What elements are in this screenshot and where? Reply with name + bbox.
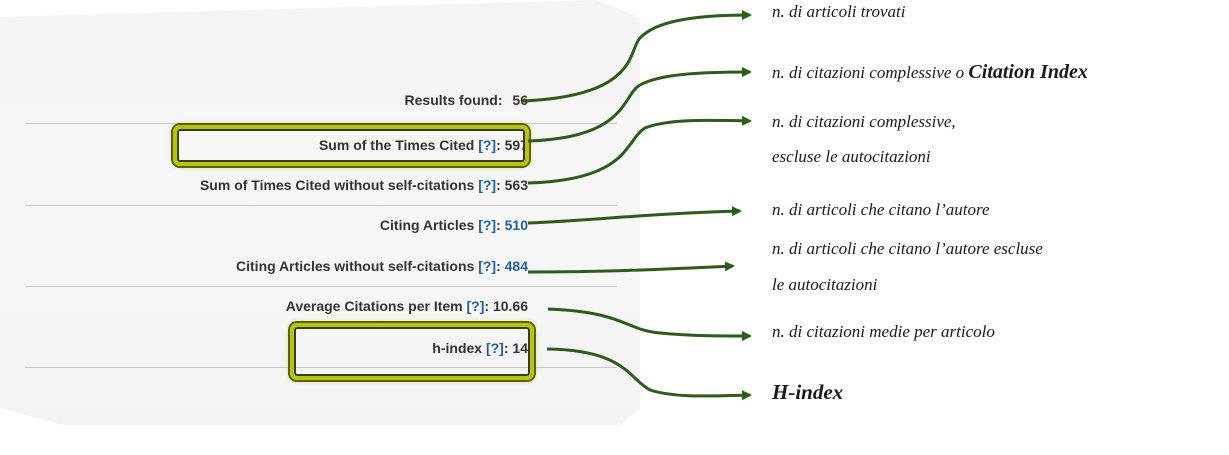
- arrow-h-index: [546, 347, 752, 401]
- arrow-citation-index: [527, 67, 752, 143]
- arrow-average-citations: [547, 307, 752, 341]
- annotation-citation-index: n. di citazioni complessive o Citation I…: [772, 61, 1088, 83]
- annotation-times-cited-no-self-line2: escluse le autocitazioni: [772, 147, 931, 166]
- annotation-average-citations: n. di citazioni medie per articolo: [772, 322, 995, 341]
- annotation-citing-no-self-line2: le autocitazioni: [772, 275, 878, 294]
- annotation-results-found: n. di articoli trovati: [772, 2, 906, 21]
- annotation-citing-articles: n. di articoli che citano l’autore: [772, 200, 990, 219]
- annotation-h-index: H-index: [772, 380, 844, 404]
- annotation-times-cited-no-self-line1: n. di citazioni complessive,: [772, 112, 956, 131]
- annotation-citing-no-self-line1: n. di articoli che citano l’autore esclu…: [772, 239, 1043, 258]
- arrow-citing-no-self: [527, 261, 735, 274]
- arrow-citing-articles: [527, 206, 742, 225]
- arrow-times-cited-no-self: [527, 115, 752, 185]
